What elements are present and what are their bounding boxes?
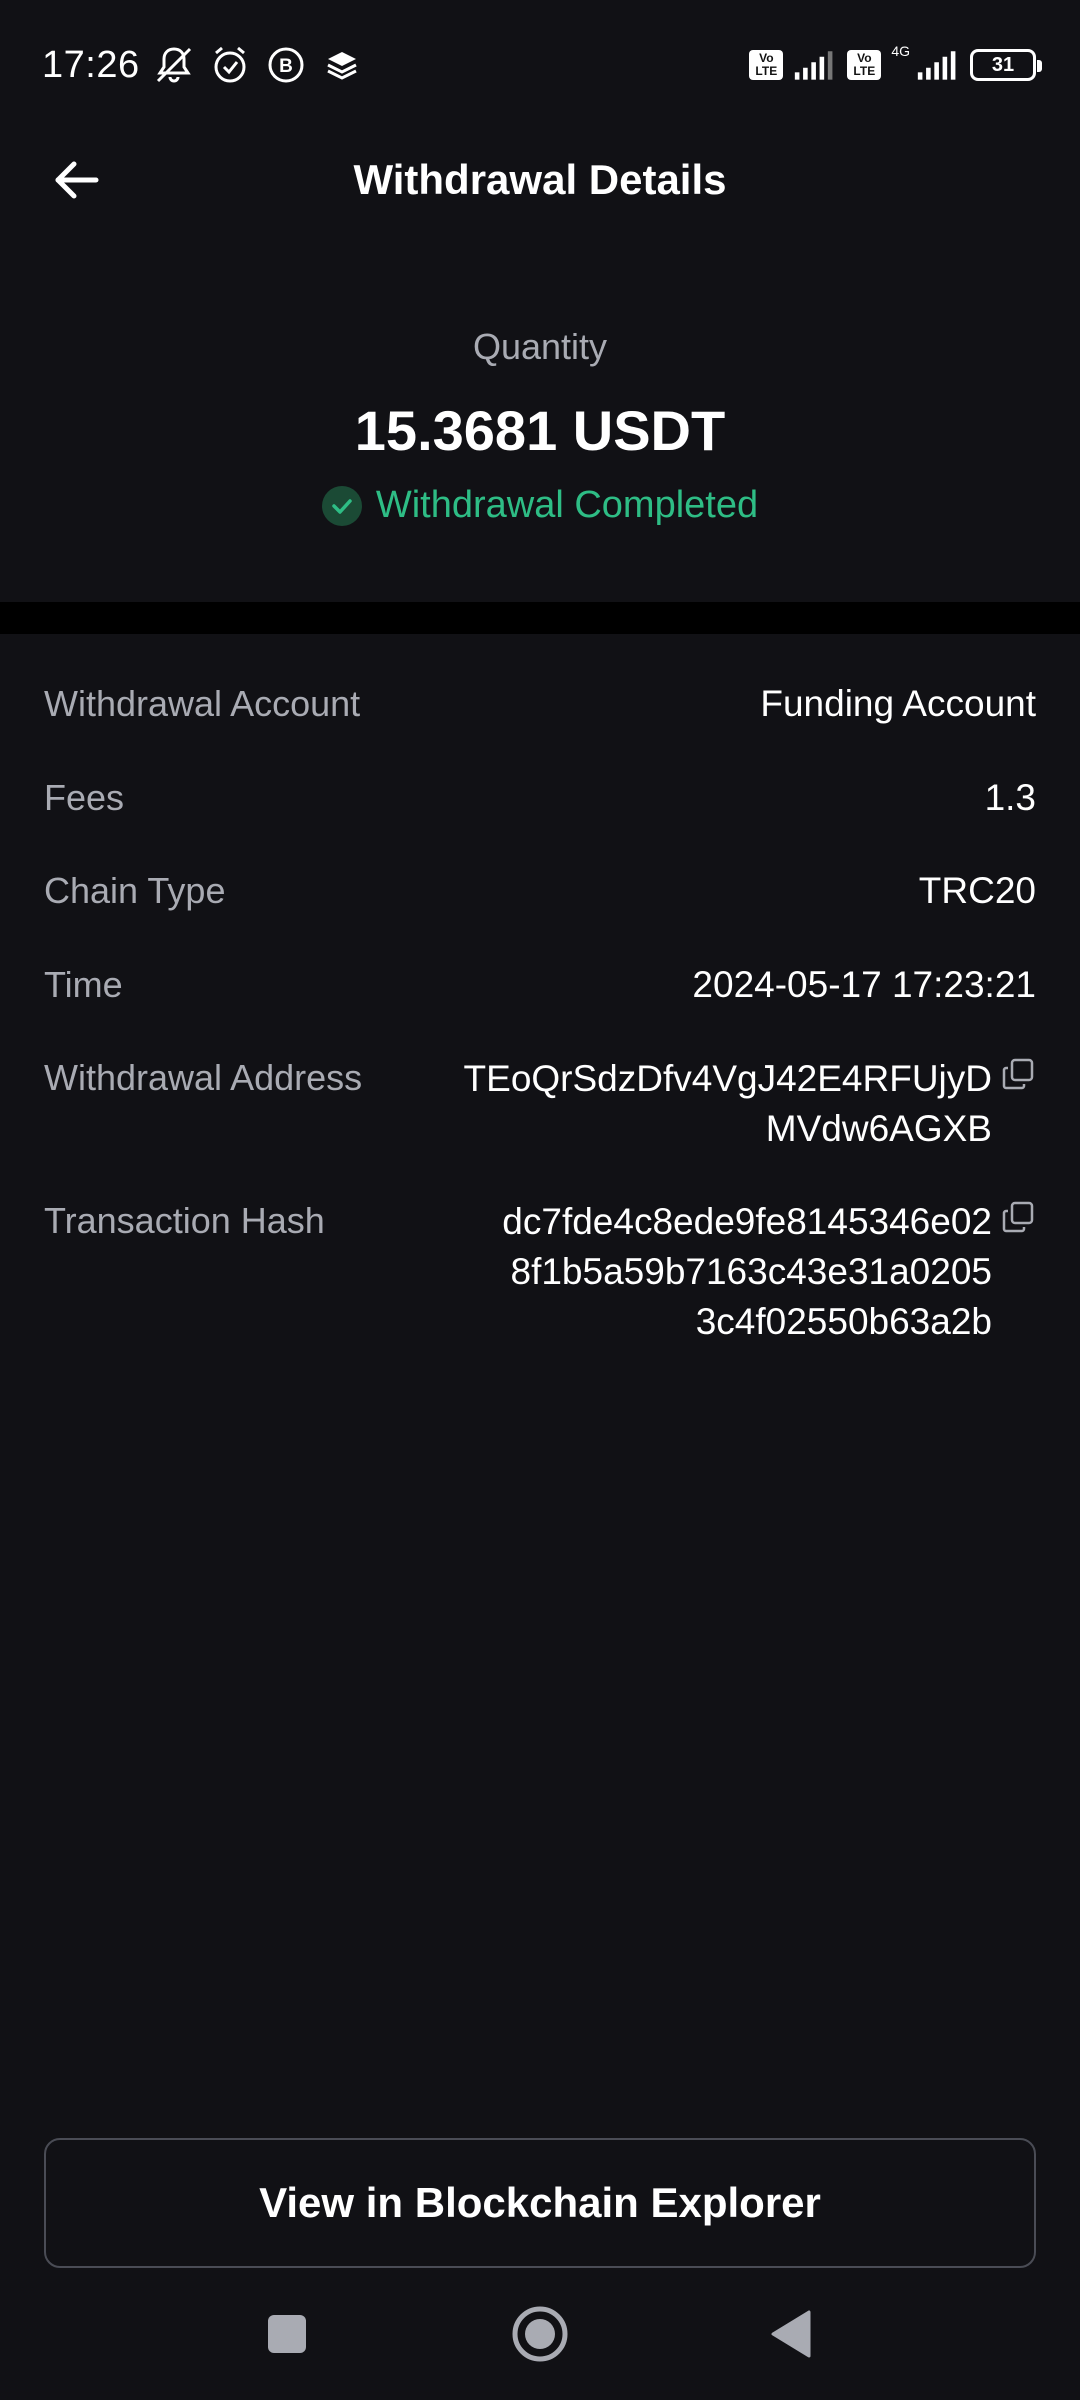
recents-button[interactable] [252, 2304, 322, 2364]
status-text: Withdrawal Completed [375, 484, 759, 526]
detail-row-chain: Chain Type TRC20 [44, 867, 1036, 915]
withdrawal-status: Withdrawal Completed [0, 484, 1080, 527]
detail-value: TRC20 [918, 870, 1036, 911]
b-app-icon: B [264, 43, 308, 87]
detail-row-fees: Fees 1.3 [44, 774, 1036, 822]
detail-value: 2024-05-17 17:23:21 [692, 964, 1036, 1005]
status-time: 17:26 [42, 43, 140, 86]
detail-value: 1.3 [984, 777, 1036, 818]
detail-label: Transaction Hash [44, 1200, 325, 1241]
recents-square-icon [268, 2315, 306, 2353]
hash-line-1: dc7fde4c8ede9fe8145346e02 [502, 1201, 992, 1242]
volte-badge-2: Vo LTE [847, 50, 882, 80]
battery-icon: 31 [970, 49, 1042, 81]
detail-row-account: Withdrawal Account Funding Account [44, 680, 1036, 728]
detail-label: Withdrawal Address [44, 1057, 363, 1098]
app-header: Withdrawal Details [0, 130, 1080, 230]
status-left: 17:26 B [42, 43, 364, 87]
address-line-2: MVdw6AGXB [765, 1108, 992, 1149]
svg-text:B: B [279, 56, 293, 77]
withdrawal-summary: Quantity 15.3681 USDT Withdrawal Complet… [0, 230, 1080, 602]
alarm-icon [208, 43, 252, 87]
hash-line-3: 3c4f02550b63a2b [695, 1301, 992, 1342]
back-button[interactable] [46, 150, 106, 210]
arrow-left-icon [55, 161, 99, 199]
detail-label: Time [44, 964, 123, 1005]
address-line-1: TEoQrSdzDfv4VgJ42E4RFUjyD [463, 1058, 992, 1099]
hash-value: dc7fde4c8ede9fe8145346e02 8f1b5a59b7163c… [432, 1197, 1036, 1347]
quantity-label: Quantity [472, 326, 608, 367]
copy-hash-icon[interactable] [1000, 1199, 1036, 1239]
view-explorer-button[interactable]: View in Blockchain Explorer [44, 2138, 1036, 2268]
detail-row-hash: Transaction Hash dc7fde4c8ede9fe8145346e… [44, 1197, 1036, 1347]
section-divider [0, 602, 1080, 634]
signal-icon [793, 43, 837, 87]
detail-row-time: Time 2024-05-17 17:23:21 [44, 961, 1036, 1009]
status-bar: 17:26 B Vo LTE Vo LTE 4G 31 [0, 0, 1080, 130]
hash-line-2: 8f1b5a59b7163c43e31a0205 [510, 1251, 993, 1292]
quantity-value: 15.3681 USDT [354, 399, 726, 462]
volte-badge: Vo LTE [749, 50, 784, 80]
detail-label: Chain Type [44, 870, 226, 911]
home-button[interactable] [505, 2304, 575, 2364]
address-value: TEoQrSdzDfv4VgJ42E4RFUjyD MVdw6AGXB [432, 1054, 1036, 1154]
copy-address-icon[interactable] [1000, 1056, 1036, 1096]
system-nav-bar [0, 2268, 1080, 2400]
home-circle-icon [512, 2306, 568, 2362]
hash-lines[interactable]: dc7fde4c8ede9fe8145346e02 8f1b5a59b7163c… [432, 1197, 992, 1347]
signal-icon-2 [916, 43, 960, 87]
notifications-muted-icon [152, 43, 196, 87]
detail-value: Funding Account [760, 683, 1036, 724]
nav-back-button[interactable] [756, 2304, 826, 2364]
detail-row-address: Withdrawal Address TEoQrSdzDfv4VgJ42E4RF… [44, 1054, 1036, 1154]
address-lines[interactable]: TEoQrSdzDfv4VgJ42E4RFUjyD MVdw6AGXB [432, 1054, 992, 1154]
status-right: Vo LTE Vo LTE 4G 31 [749, 43, 1042, 87]
detail-label: Fees [44, 777, 125, 818]
back-triangle-icon [771, 2310, 811, 2358]
check-circle-icon [321, 485, 362, 526]
network-type: 4G [891, 43, 910, 59]
layers-icon [320, 43, 364, 87]
detail-label: Withdrawal Account [44, 683, 361, 724]
page-title: Withdrawal Details [353, 156, 727, 203]
